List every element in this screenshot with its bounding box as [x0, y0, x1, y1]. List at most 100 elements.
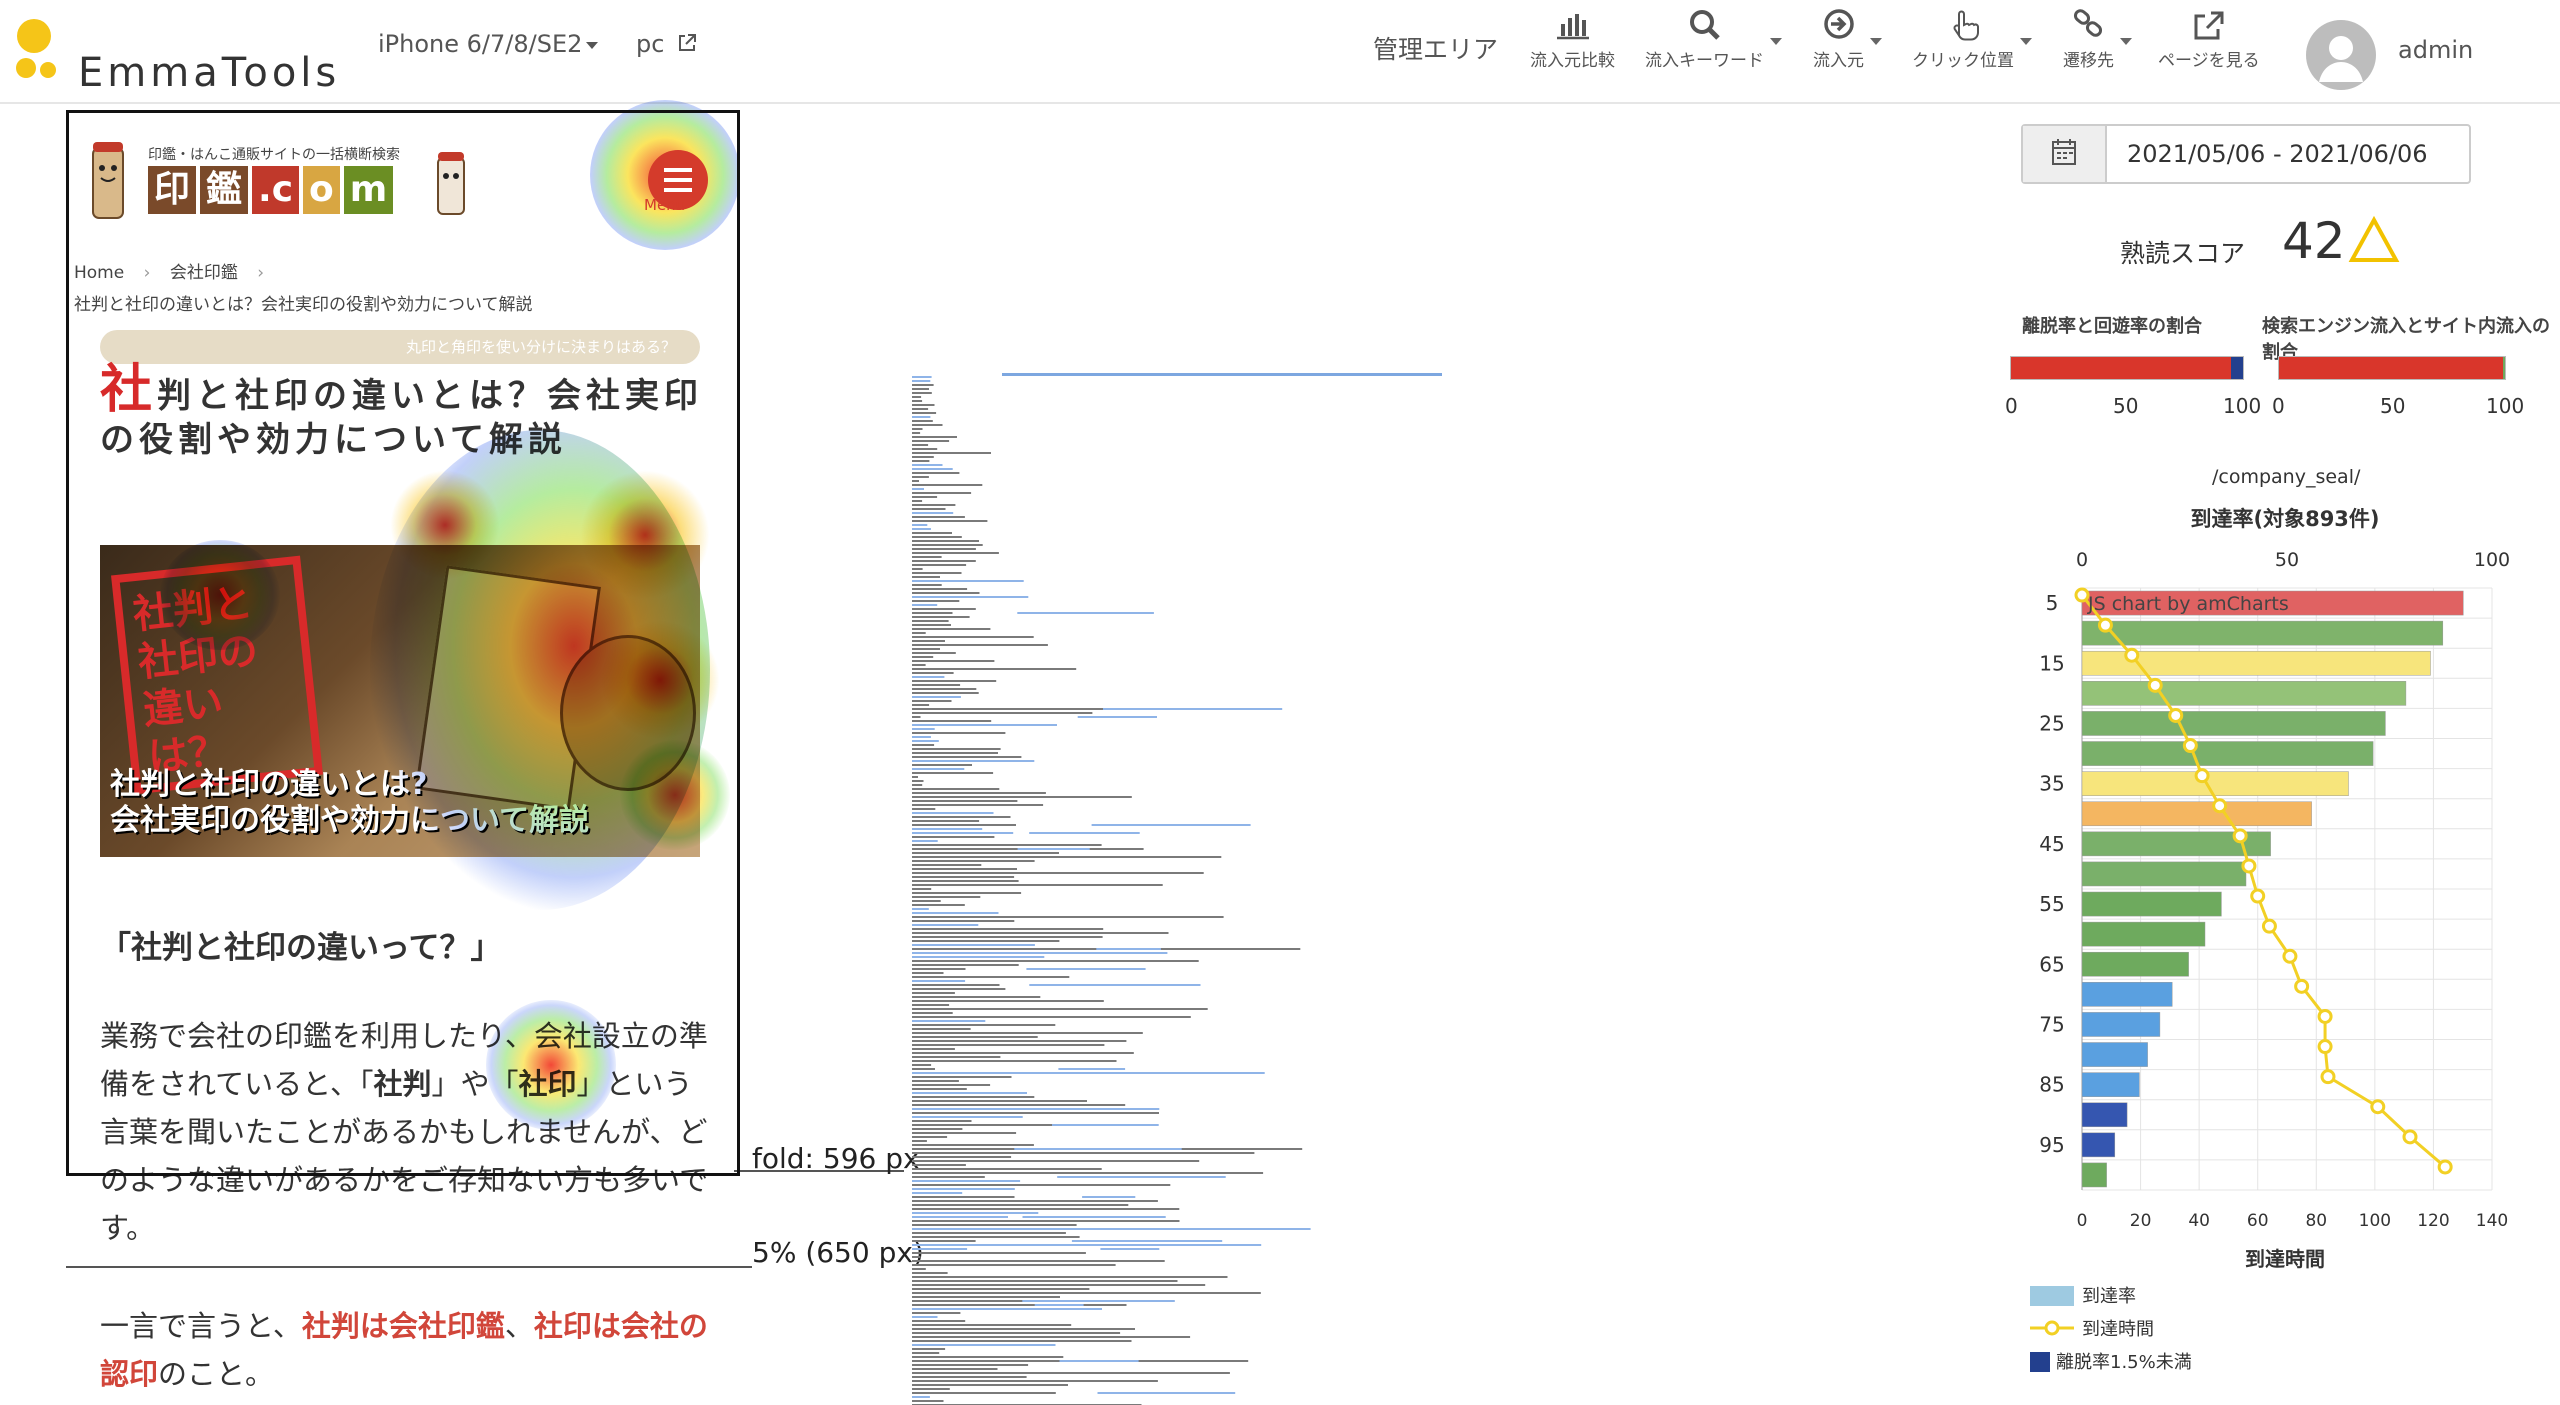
site-name[interactable]: 印 鑑 .c o m — [148, 166, 394, 216]
tool-source[interactable]: 流入元 — [1813, 8, 1882, 71]
inflow-ratio-bar — [2278, 356, 2506, 380]
arrow-circle-icon — [1823, 9, 1854, 39]
scroll-line — [912, 1256, 921, 1258]
scroll-line — [912, 1388, 950, 1390]
scroll-line — [912, 976, 1070, 978]
scroll-line — [912, 1268, 926, 1270]
scroll-line — [1071, 1240, 1223, 1242]
legend-label: 離脱率1.5%未満 — [2056, 1352, 2192, 1373]
time-point — [2147, 677, 2163, 693]
scroll-line — [912, 844, 1102, 846]
axis-tick-y: 65 — [2039, 952, 2064, 976]
exit-ratio-title: 離脱率と回遊率の割合 — [2022, 316, 2202, 337]
time-point — [2232, 828, 2248, 844]
text-run: のこと。 — [158, 1357, 275, 1391]
inflow-ratio-red — [2279, 357, 2503, 379]
reach-bar — [2081, 711, 2386, 736]
admin-area-link[interactable]: 管理エリア — [1373, 30, 1498, 66]
reach-bar — [2081, 681, 2407, 706]
breadcrumb: Home › 会社印鑑 › — [74, 258, 278, 283]
related-link-pill[interactable]: 丸印と角印を使い分けに決まりはある？ — [100, 330, 700, 364]
tool-source-compare[interactable]: 流入元比較 — [1530, 8, 1615, 71]
top-bar: EmmaTools iPhone 6/7/8/SE2 pc 管理エリア 流入元比… — [0, 0, 2560, 104]
chevron-down-icon — [586, 41, 599, 49]
legend-swatch — [2044, 1320, 2060, 1336]
tool-destination[interactable]: 遷移先 — [2063, 8, 2132, 71]
scroll-line — [912, 1376, 1027, 1378]
site-mascot-right — [432, 150, 472, 226]
avatar[interactable] — [2306, 20, 2376, 90]
scroll-line — [912, 664, 926, 666]
link-icon — [2073, 9, 2102, 37]
scroll-line — [912, 760, 1035, 762]
axis-tick-bottom: 0 — [2077, 1211, 2088, 1231]
percent-label: 5% (650 px) — [752, 1236, 924, 1269]
scroll-line — [912, 536, 962, 538]
scroll-line — [912, 796, 1132, 798]
hero-image: 社判と社印の違いは？ 社判と社印の違いとは? 会社実印の役割や効力について解説 — [100, 545, 700, 857]
scroll-line — [912, 784, 923, 786]
scroll-line — [912, 1184, 1171, 1186]
scroll-line — [1058, 1068, 1126, 1070]
scroll-line — [1034, 1304, 1084, 1306]
scroll-line — [912, 464, 943, 466]
scroll-line — [912, 612, 953, 614]
scroll-line — [1059, 1360, 1139, 1362]
device-selector[interactable]: iPhone 6/7/8/SE2 — [378, 30, 599, 58]
scroll-line — [912, 1004, 950, 1006]
time-point — [2241, 858, 2257, 874]
scroll-line — [912, 876, 1015, 878]
emmatools-logo[interactable]: EmmaTools — [14, 16, 344, 96]
scroll-line — [912, 452, 991, 454]
scroll-line — [912, 392, 932, 394]
tool-view-page[interactable]: ページを見る — [2158, 8, 2260, 71]
tool-keywords[interactable]: 流入キーワード — [1645, 8, 1782, 71]
date-range-picker[interactable]: 2021/05/06 - 2021/06/06 — [2021, 124, 2471, 184]
scroll-line — [912, 716, 921, 718]
reach-bar — [2081, 741, 2374, 766]
axis-tick-y: 55 — [2039, 892, 2064, 916]
time-point — [2194, 768, 2210, 784]
scroll-line — [912, 944, 1035, 946]
scroll-line — [912, 1320, 966, 1322]
time-point — [2370, 1099, 2386, 1115]
scroll-line — [912, 924, 979, 926]
time-point — [2437, 1159, 2453, 1175]
calendar-icon — [2052, 139, 2076, 165]
scroll-depth-lines — [912, 373, 1442, 1405]
bar-chart-icon — [1556, 14, 1589, 40]
scroll-line — [912, 388, 929, 390]
text-bold: 社印 — [518, 1067, 577, 1101]
scroll-line — [912, 1040, 1127, 1042]
scroll-line — [912, 576, 940, 578]
scroll-line — [912, 460, 930, 462]
scroll-line — [912, 1280, 1178, 1282]
scroll-line — [912, 1092, 1027, 1094]
pc-link[interactable]: pc — [636, 30, 698, 58]
breadcrumb-home[interactable]: Home — [74, 263, 124, 283]
scroll-line — [912, 732, 1006, 734]
tool-label: クリック位置 — [1912, 51, 2014, 71]
breadcrumb-category[interactable]: 会社印鑑 — [170, 263, 238, 283]
scroll-line — [912, 652, 956, 654]
scroll-line — [912, 456, 934, 458]
scroll-line — [912, 984, 1000, 986]
scroll-line — [1022, 1300, 1175, 1302]
chart-credit: JS chart by amCharts — [2087, 593, 2289, 615]
tool-label: 流入元比較 — [1530, 51, 1615, 71]
user-name[interactable]: admin — [2398, 36, 2473, 64]
scroll-line — [912, 1236, 1080, 1238]
hand-pointer-icon — [1953, 10, 1979, 41]
scroll-line — [912, 572, 962, 574]
scroll-line — [912, 600, 960, 602]
scroll-line — [912, 400, 923, 402]
axis-tick-y: 25 — [2039, 711, 2064, 735]
tool-click-position[interactable]: クリック位置 — [1912, 8, 2032, 71]
scroll-line — [912, 1032, 1143, 1034]
scroll-line — [1017, 848, 1090, 850]
site-mascot-left — [85, 138, 135, 232]
scroll-line — [912, 900, 941, 902]
scroll-line — [912, 744, 935, 746]
scroll-line — [912, 1356, 1064, 1358]
scroll-line — [912, 1252, 1086, 1254]
